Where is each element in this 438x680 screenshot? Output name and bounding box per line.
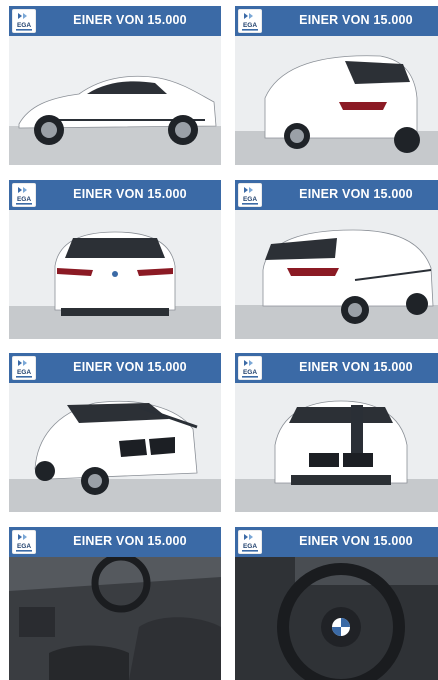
svg-text:EGA: EGA — [243, 196, 257, 203]
svg-text:EGA: EGA — [17, 543, 31, 550]
dealer-logo-icon: EGA — [12, 530, 36, 554]
badge-text: EINER VON 15.000 — [299, 187, 413, 201]
photo-banner: EGA EINER VON 15.000 — [9, 527, 221, 557]
photo-grid: EGA EINER VON 15.000 EGA EINER VON 15.00… — [0, 0, 438, 680]
dealer-logo-icon: EGA — [12, 9, 36, 33]
badge-text: EINER VON 15.000 — [299, 13, 413, 27]
photo-banner: EGA EINER VON 15.000 — [235, 180, 438, 210]
dealer-logo-icon: EGA — [238, 9, 262, 33]
photo-tile-5[interactable]: EGA EINER VON 15.000 — [9, 353, 221, 512]
svg-text:EGA: EGA — [243, 369, 257, 376]
interior-steering-wheel-photo — [235, 557, 438, 680]
photo-tile-7[interactable]: EGA EINER VON 15.000 — [9, 527, 221, 680]
photo-banner: EGA EINER VON 15.000 — [9, 353, 221, 383]
photo-tile-8[interactable]: EGA EINER VON 15.000 — [235, 527, 438, 680]
photo-banner: EGA EINER VON 15.000 — [9, 180, 221, 210]
svg-text:EGA: EGA — [17, 22, 31, 29]
interior-seats-photo — [9, 557, 221, 680]
svg-text:EGA: EGA — [17, 196, 31, 203]
photo-banner: EGA EINER VON 15.000 — [235, 353, 438, 383]
car-rear-three-quarter-photo — [235, 36, 438, 165]
car-rear-right-photo — [235, 210, 438, 339]
photo-tile-1[interactable]: EGA EINER VON 15.000 — [9, 6, 221, 165]
photo-tile-6[interactable]: EGA EINER VON 15.000 — [235, 353, 438, 512]
svg-text:EGA: EGA — [243, 543, 257, 550]
dealer-logo-icon: EGA — [238, 530, 262, 554]
badge-text: EINER VON 15.000 — [73, 360, 187, 374]
photo-banner: EGA EINER VON 15.000 — [235, 527, 438, 557]
car-side-photo — [9, 36, 221, 165]
dealer-logo-icon: EGA — [238, 183, 262, 207]
photo-banner: EGA EINER VON 15.000 — [9, 6, 221, 36]
svg-text:EGA: EGA — [243, 22, 257, 29]
badge-text: EINER VON 15.000 — [73, 534, 187, 548]
badge-text: EINER VON 15.000 — [299, 534, 413, 548]
badge-text: EINER VON 15.000 — [73, 13, 187, 27]
car-front-photo — [235, 383, 438, 512]
dealer-logo-icon: EGA — [238, 356, 262, 380]
badge-text: EINER VON 15.000 — [73, 187, 187, 201]
badge-text: EINER VON 15.000 — [299, 360, 413, 374]
car-rear-photo — [9, 210, 221, 339]
photo-banner: EGA EINER VON 15.000 — [235, 6, 438, 36]
photo-tile-3[interactable]: EGA EINER VON 15.000 — [9, 180, 221, 339]
dealer-logo-icon: EGA — [12, 356, 36, 380]
svg-text:EGA: EGA — [17, 369, 31, 376]
photo-tile-2[interactable]: EGA EINER VON 15.000 — [235, 6, 438, 165]
photo-tile-4[interactable]: EGA EINER VON 15.000 — [235, 180, 438, 339]
dealer-logo-icon: EGA — [12, 183, 36, 207]
car-front-left-photo — [9, 383, 221, 512]
